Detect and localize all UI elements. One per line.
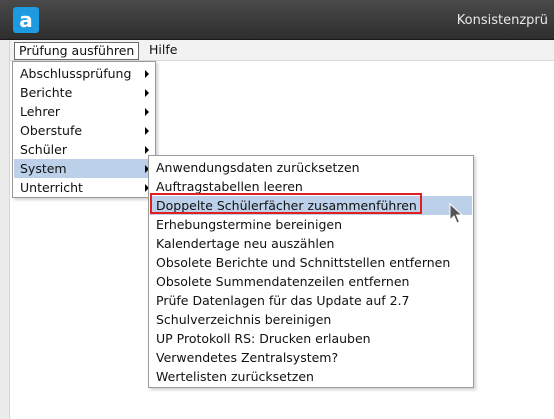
system-submenu: Anwendungsdaten zurücksetzen Auftragstab… bbox=[148, 155, 474, 388]
menu-item-oberstufe[interactable]: Oberstufe bbox=[14, 121, 154, 140]
logo-letter: a bbox=[19, 8, 33, 32]
submenu-item-kalendertage[interactable]: Kalendertage neu auszählen bbox=[150, 234, 472, 253]
menu-item-berichte[interactable]: Berichte bbox=[14, 83, 154, 102]
menu-item-label: Oberstufe bbox=[20, 123, 83, 138]
menu-item-lehrer[interactable]: Lehrer bbox=[14, 102, 154, 121]
menu-bar: Prüfung ausführen Hilfe bbox=[10, 40, 554, 61]
submenu-item-pruefe-datenlagen[interactable]: Prüfe Datenlagen für das Update auf 2.7 bbox=[150, 291, 472, 310]
menu-item-label: Abschlussprüfung bbox=[20, 66, 132, 81]
submenu-item-up-protokoll[interactable]: UP Protokoll RS: Drucken erlauben bbox=[150, 329, 472, 348]
menu-item-unterricht[interactable]: Unterricht bbox=[14, 178, 154, 197]
submenu-item-schulverzeichnis[interactable]: Schulverzeichnis bereinigen bbox=[150, 310, 472, 329]
menu-item-label: Lehrer bbox=[20, 104, 61, 119]
chevron-right-icon bbox=[145, 146, 149, 154]
chevron-right-icon bbox=[145, 127, 149, 135]
menu-item-label: System bbox=[20, 161, 67, 176]
menu-hilfe[interactable]: Hilfe bbox=[145, 42, 181, 60]
mouse-pointer-icon bbox=[449, 203, 463, 224]
submenu-item-wertelisten[interactable]: Wertelisten zurücksetzen bbox=[150, 367, 472, 386]
annotation-highlight-box bbox=[150, 193, 422, 214]
menu-item-system[interactable]: System bbox=[14, 159, 154, 178]
window-title: Konsistenzprü bbox=[456, 13, 548, 28]
title-bar: a Konsistenzprü bbox=[0, 0, 554, 40]
app-logo-icon: a bbox=[13, 7, 39, 33]
menu-pruefung-ausfuehren[interactable]: Prüfung ausführen bbox=[14, 42, 140, 60]
menu-item-label: Berichte bbox=[20, 85, 73, 100]
menu-item-schueler[interactable]: Schüler bbox=[14, 140, 154, 159]
left-panel-edge bbox=[0, 40, 10, 419]
chevron-right-icon bbox=[145, 70, 149, 78]
submenu-item-obsolete-summendatenzeilen[interactable]: Obsolete Summendatenzeilen entfernen bbox=[150, 272, 472, 291]
submenu-item-zentralsystem[interactable]: Verwendetes Zentralsystem? bbox=[150, 348, 472, 367]
menu-item-label: Schüler bbox=[20, 142, 67, 157]
menu-item-abschlusspruefung[interactable]: Abschlussprüfung bbox=[14, 64, 154, 83]
submenu-item-obsolete-berichte[interactable]: Obsolete Berichte und Schnittstellen ent… bbox=[150, 253, 472, 272]
chevron-right-icon bbox=[145, 108, 149, 116]
chevron-right-icon bbox=[145, 89, 149, 97]
submenu-item-anwendungsdaten[interactable]: Anwendungsdaten zurücksetzen bbox=[150, 158, 472, 177]
menu-item-label: Unterricht bbox=[20, 180, 83, 195]
submenu-item-erhebungstermine[interactable]: Erhebungstermine bereinigen bbox=[150, 215, 472, 234]
pruefung-dropdown: Abschlussprüfung Berichte Lehrer Oberstu… bbox=[12, 61, 156, 198]
